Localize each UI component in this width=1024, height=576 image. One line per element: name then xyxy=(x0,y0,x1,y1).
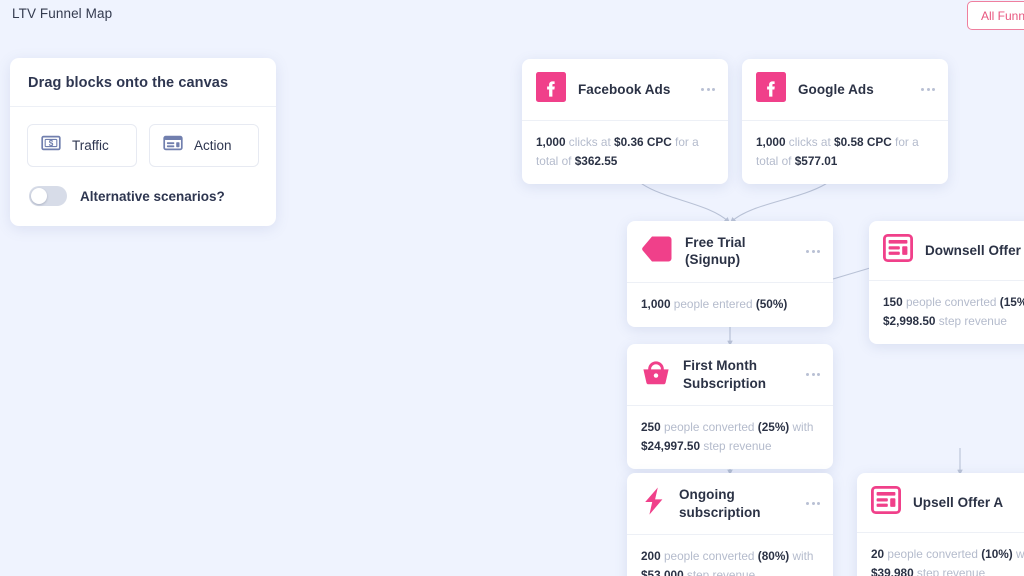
funnel-card-upsell-offer-a[interactable]: Upsell Offer A 20 people converted (10%)… xyxy=(857,473,1024,576)
card-stats: 150 people converted (15%) with$2,998.50… xyxy=(883,295,1024,328)
lightning-icon xyxy=(641,486,667,521)
card-header: Facebook Ads xyxy=(522,59,728,120)
dollar-rectangle-icon: $ xyxy=(41,133,61,158)
palette-block-list: $ Traffic Action xyxy=(10,107,276,167)
basket-icon xyxy=(641,357,671,392)
connector-freetrial-to-downsell xyxy=(832,267,871,280)
card-stats: 1,000 people entered (50%) xyxy=(641,296,788,311)
all-funnels-label: All Funnels xyxy=(981,8,1024,23)
card-stats: 250 people converted (25%) with $24,997.5… xyxy=(641,420,814,453)
card-menu-button[interactable] xyxy=(695,88,715,91)
funnel-card-first-month-subscription[interactable]: First Month Subscription 250 people conv… xyxy=(627,344,833,470)
card-title: Facebook Ads xyxy=(578,81,671,97)
funnel-card-free-trial[interactable]: Free Trial (Signup) 1,000 people entered… xyxy=(627,221,833,328)
all-funnels-button[interactable]: All Funnels xyxy=(967,1,1024,30)
card-header: Ongoing subscription xyxy=(627,473,833,534)
funnel-card-facebook-ads[interactable]: Facebook Ads 1,000 clicks at $0.36 CPC f… xyxy=(522,59,728,185)
alternative-scenarios-label: Alternative scenarios? xyxy=(80,188,225,204)
card-menu-button[interactable] xyxy=(800,373,820,376)
card-header: First Month Subscription xyxy=(627,344,833,405)
card-header: Downsell Offer Z xyxy=(869,221,1024,280)
card-menu-button[interactable] xyxy=(915,88,935,91)
page-title: LTV Funnel Map xyxy=(12,6,113,21)
card-stats: 1,000 clicks at $0.36 CPC for a total of… xyxy=(536,135,699,168)
facebook-icon xyxy=(756,72,786,107)
card-title: Upsell Offer A xyxy=(913,494,1004,510)
card-stats: 20 people converted (10%) with$39,980 st… xyxy=(871,547,1024,576)
top-bar: LTV Funnel Map All Funnels xyxy=(0,0,1024,40)
layout-page-icon-pink xyxy=(870,485,902,519)
alternative-scenarios-toggle[interactable] xyxy=(29,186,67,206)
card-header: Google Ads xyxy=(742,59,948,120)
funnel-card-google-ads[interactable]: Google Ads 1,000 clicks at $0.58 CPC for… xyxy=(742,59,948,185)
palette-title: Drag blocks onto the canvas xyxy=(28,75,229,91)
palette-block-action[interactable]: Action xyxy=(149,124,259,167)
funnel-card-downsell-offer-z[interactable]: Downsell Offer Z 150 people converted (1… xyxy=(869,221,1024,345)
toggle-knob xyxy=(31,188,47,204)
tag-arrow-icon xyxy=(641,235,673,268)
block-palette-panel: Drag blocks onto the canvas $ Traffic Ac… xyxy=(10,58,276,226)
layout-page-icon-pink xyxy=(882,233,914,267)
funnel-card-ongoing-subscription[interactable]: Ongoing subscription 200 people converte… xyxy=(627,473,833,576)
palette-block-traffic[interactable]: $ Traffic xyxy=(27,124,137,167)
facebook-icon xyxy=(536,72,566,107)
card-title: Google Ads xyxy=(798,81,874,97)
card-title: Free Trial (Signup) xyxy=(685,235,746,268)
svg-text:$: $ xyxy=(49,139,54,148)
palette-block-action-label: Action xyxy=(194,138,232,153)
card-stats: 1,000 clicks at $0.58 CPC for a total of… xyxy=(756,135,919,168)
card-title: Downsell Offer Z xyxy=(925,242,1024,258)
card-menu-button[interactable] xyxy=(800,502,820,505)
card-stats: 200 people converted (80%) with $53,000 s… xyxy=(641,549,814,576)
alternative-scenarios-row: Alternative scenarios? xyxy=(10,167,276,226)
card-header: Upsell Offer A xyxy=(857,473,1024,532)
palette-block-traffic-label: Traffic xyxy=(72,138,109,153)
card-menu-button[interactable] xyxy=(800,249,820,253)
card-title: Ongoing subscription xyxy=(679,487,761,520)
card-title: First Month Subscription xyxy=(683,358,767,391)
layout-page-icon xyxy=(163,133,183,158)
card-header: Free Trial (Signup) xyxy=(627,221,833,282)
